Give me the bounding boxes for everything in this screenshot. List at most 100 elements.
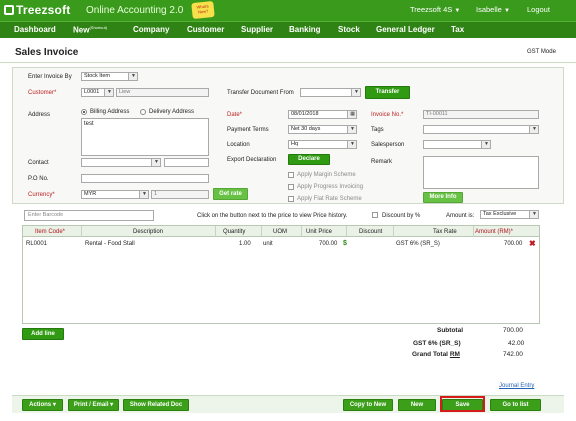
get-rate-button[interactable]: Get rate [213,188,248,200]
location-label: Location [227,142,250,148]
payment-terms-label: Payment Terms [227,127,269,133]
nav-general-ledger[interactable]: General Ledger [376,25,435,34]
customer-code-select[interactable]: L0001 ▼ [81,88,114,97]
save-highlight-box [440,396,485,412]
col-amount[interactable]: Amount (RM)* [475,229,513,235]
gst-label: GST 6% (SR_S) [413,340,461,347]
col-uom[interactable]: UOM [273,229,287,235]
column-divider [473,226,474,237]
go-to-list-button[interactable]: Go to list [490,399,541,411]
chevron-down-icon: ▼ [503,8,510,14]
billing-address-radio[interactable] [81,109,87,115]
amount-is-select[interactable]: Tax Exclusive ▼ [480,210,539,219]
transfer-label: Transfer Document From [227,90,294,96]
chevron-down-icon: ▼ [142,191,147,197]
col-unit-price[interactable]: Unit Price [306,229,332,235]
add-line-button[interactable]: Add line [22,328,64,340]
cell-tax-rate[interactable]: GST 6% (SR_S) [396,241,440,247]
copy-to-new-button[interactable]: Copy to New [343,399,393,411]
progress-invoicing-checkbox[interactable] [288,184,294,190]
export-declaration-label: Export Declaration [227,157,277,163]
col-description[interactable]: Description [133,229,163,235]
address-label: Address [28,112,51,118]
margin-scheme-checkbox[interactable] [288,172,294,178]
nav-banking[interactable]: Banking [289,25,321,34]
actions-button[interactable]: Actions ▾ [22,399,63,411]
company-menu[interactable]: Treezsoft 4S ▼ [410,5,460,14]
enter-by-select[interactable]: Stock Item ▼ [81,72,138,81]
calendar-icon: ▦ [350,111,355,117]
whats-new-badge[interactable]: What's New? [191,0,215,20]
nav-tax[interactable]: Tax [451,25,464,34]
subtotal-label: Subtotal [437,327,463,334]
col-item-code[interactable]: Item Code* [35,229,65,235]
new-button[interactable]: New [398,399,436,411]
company-name: Treezsoft 4S [410,5,453,14]
progress-invoicing-label: Apply Progress Invoicing [297,184,364,190]
currency-select[interactable]: MYR ▼ [81,190,149,199]
contact-phone-field[interactable] [164,158,209,167]
price-history-hint: Click on the button next to the price to… [197,213,348,219]
location-select[interactable]: Hq ▼ [288,140,357,149]
transfer-button[interactable]: Transfer [365,86,410,99]
nav-supplier[interactable]: Supplier [241,25,273,34]
title-bar: Sales Invoice GST Mode [0,38,576,63]
cell-unit-price[interactable]: 700.00 [319,241,337,247]
column-divider [215,226,216,237]
nav-new-shortcut: (Shortcut) [89,25,108,30]
declare-button[interactable]: Declare [288,154,330,165]
gst-value: 42.00 [508,340,525,347]
date-field[interactable]: 08/01/2018 ▦ [288,110,357,119]
discount-percent-checkbox[interactable] [372,212,378,218]
more-info-button[interactable]: More Info [423,192,463,203]
column-divider [81,226,82,237]
date-label: Date* [227,112,243,118]
chevron-down-icon: ▼ [532,126,537,132]
column-divider [301,226,302,237]
salesperson-select[interactable]: ▼ [423,140,491,149]
po-no-field[interactable] [81,174,209,183]
address-textarea[interactable]: test [81,118,209,156]
cell-description[interactable]: Rental - Food Stall [85,241,135,247]
exchange-rate-field[interactable]: 1 [151,190,209,199]
tags-select[interactable]: ▼ [423,125,539,134]
location-value: Hq [291,141,299,147]
nav-new[interactable]: New(Shortcut) [73,25,107,35]
delivery-address-radio[interactable] [140,109,146,115]
print-email-button[interactable]: Print / Email ▾ [68,399,119,411]
grand-total-currency: RM [449,351,460,358]
cell-item-code[interactable]: RL0001 [26,241,47,247]
delete-row-icon[interactable]: ✖ [529,239,536,248]
col-tax-rate[interactable]: Tax Rate [433,229,457,235]
invoice-no-field[interactable]: TI-00011 [423,110,539,119]
chevron-down-icon: ▾ [110,402,114,408]
contact-label: Contact [28,160,49,166]
contact-select[interactable]: ▼ [81,158,161,167]
cell-uom[interactable]: unit [263,241,273,247]
nav-company[interactable]: Company [133,25,169,34]
payment-terms-select[interactable]: Net 30 days ▼ [288,125,357,134]
remark-textarea[interactable] [423,156,539,189]
nav-customer[interactable]: Customer [187,25,224,34]
cell-amount[interactable]: 700.00 [504,241,522,247]
show-related-doc-button[interactable]: Show Related Doc [123,399,189,411]
cell-quantity[interactable]: 1.00 [239,241,251,247]
page-title: Sales Invoice [15,47,79,58]
transfer-document-select[interactable]: ▼ [300,88,361,97]
col-quantity[interactable]: Quantity [223,229,245,235]
logout-link[interactable]: Logout [527,5,550,14]
barcode-input[interactable]: Enter Barcode [24,210,154,221]
enter-by-label: Enter Invoice By [28,74,72,80]
remark-label: Remark [371,159,393,165]
nav-stock[interactable]: Stock [338,25,360,34]
price-history-icon[interactable]: $ [343,240,347,247]
user-menu[interactable]: Isabelle ▼ [476,5,510,14]
treezsoft-logo[interactable]: Treezsoft [4,3,70,17]
customer-name-field[interactable]: Liew [116,88,209,97]
flat-rate-checkbox[interactable] [288,196,294,202]
nav-dashboard[interactable]: Dashboard [14,25,56,34]
journal-entry-link[interactable]: Journal Entry [499,383,534,389]
print-email-label: Print / Email [73,402,109,408]
col-discount[interactable]: Discount [359,229,382,235]
column-divider [393,226,394,237]
